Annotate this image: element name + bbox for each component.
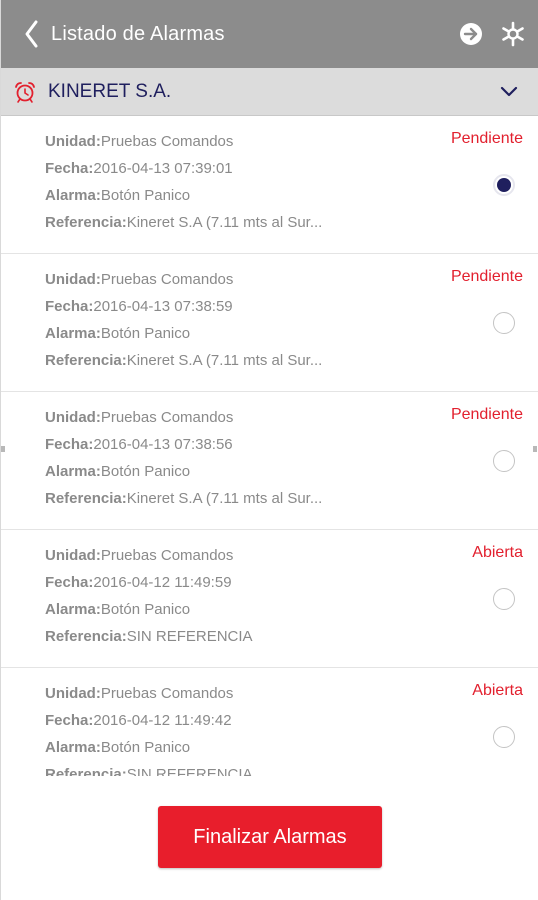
- referencia-label: Referencia:: [45, 628, 127, 645]
- unidad-value: Pruebas Comandos: [100, 547, 234, 564]
- alarma-label: Alarma:: [45, 463, 101, 480]
- app-screen: Listado de Alarmas KINERET S.A. Unidad:P…: [0, 0, 538, 900]
- footer: Finalizar Alarmas: [1, 776, 538, 900]
- referencia-value: Kineret S.A (7.11 mts al Sur...: [126, 214, 323, 231]
- unidad-value: Pruebas Comandos: [100, 133, 234, 150]
- alarma-row: Alarma:Botón Panico: [45, 738, 190, 758]
- alarma-value: Botón Panico: [100, 325, 191, 342]
- referencia-value: Kineret S.A (7.11 mts al Sur...: [126, 352, 323, 369]
- alarm-list-item[interactable]: Unidad:Pruebas Comandos Fecha:2016-04-13…: [1, 392, 538, 530]
- chevron-left-icon: [25, 20, 38, 48]
- alarma-label: Alarma:: [45, 187, 101, 204]
- fecha-label: Fecha:: [45, 436, 94, 453]
- referencia-row: Referencia:Kineret S.A (7.11 mts al Sur.…: [45, 351, 322, 371]
- fecha-label: Fecha:: [45, 298, 94, 315]
- unidad-label: Unidad:: [45, 271, 101, 288]
- unidad-label: Unidad:: [45, 133, 101, 150]
- referencia-label: Referencia:: [45, 490, 127, 507]
- alarma-row: Alarma:Botón Panico: [45, 600, 190, 620]
- company-name: KINERET S.A.: [48, 81, 172, 102]
- select-radio[interactable]: [493, 312, 515, 334]
- alarma-value: Botón Panico: [100, 739, 191, 756]
- status-badge: Pendiente: [450, 268, 523, 285]
- referencia-row: Referencia:SIN REFERENCIA: [45, 627, 253, 647]
- unidad-label: Unidad:: [45, 685, 101, 702]
- alarma-label: Alarma:: [45, 601, 101, 618]
- fecha-value: 2016-04-12 11:49:42: [93, 712, 232, 729]
- arrow-right-circle-icon: [460, 23, 482, 45]
- fecha-label: Fecha:: [45, 712, 94, 729]
- referencia-label: Referencia:: [45, 352, 127, 369]
- alarm-list[interactable]: Unidad:Pruebas Comandos Fecha:2016-04-13…: [1, 116, 538, 776]
- alarma-value: Botón Panico: [100, 187, 191, 204]
- company-group-header[interactable]: KINERET S.A.: [1, 68, 538, 116]
- referencia-label: Referencia:: [45, 766, 127, 776]
- unidad-row: Unidad:Pruebas Comandos: [45, 408, 233, 428]
- back-button[interactable]: [19, 18, 45, 50]
- referencia-row: Referencia:Kineret S.A (7.11 mts al Sur.…: [45, 213, 322, 233]
- unidad-value: Pruebas Comandos: [100, 409, 234, 426]
- alarm-list-item[interactable]: Unidad:Pruebas Comandos Fecha:2016-04-12…: [1, 668, 538, 776]
- unidad-value: Pruebas Comandos: [100, 271, 234, 288]
- unidad-value: Pruebas Comandos: [100, 685, 234, 702]
- referencia-row: Referencia:Kineret S.A (7.11 mts al Sur.…: [45, 489, 322, 509]
- select-radio[interactable]: [493, 450, 515, 472]
- alarma-row: Alarma:Botón Panico: [45, 462, 190, 482]
- alarma-label: Alarma:: [45, 325, 101, 342]
- title-bar: Listado de Alarmas: [1, 0, 538, 68]
- chevron-down-icon[interactable]: [499, 84, 519, 100]
- scroll-edge-marker: [533, 446, 537, 452]
- unidad-row: Unidad:Pruebas Comandos: [45, 132, 233, 152]
- select-radio[interactable]: [493, 174, 515, 196]
- fecha-row: Fecha:2016-04-13 07:39:01: [45, 159, 233, 179]
- unidad-label: Unidad:: [45, 547, 101, 564]
- unidad-row: Unidad:Pruebas Comandos: [45, 546, 233, 566]
- scroll-edge-marker: [1, 446, 5, 452]
- alarma-value: Botón Panico: [100, 463, 191, 480]
- unidad-row: Unidad:Pruebas Comandos: [45, 684, 233, 704]
- alarm-list-item[interactable]: Unidad:Pruebas Comandos Fecha:2016-04-13…: [1, 254, 538, 392]
- alarma-row: Alarma:Botón Panico: [45, 186, 190, 206]
- fecha-label: Fecha:: [45, 574, 94, 591]
- settings-button[interactable]: [499, 20, 527, 48]
- fecha-row: Fecha:2016-04-12 11:49:59: [45, 573, 232, 593]
- referencia-value: Kineret S.A (7.11 mts al Sur...: [126, 490, 323, 507]
- alarm-clock-icon: [13, 80, 37, 104]
- referencia-label: Referencia:: [45, 214, 127, 231]
- referencia-row: Referencia:SIN REFERENCIA: [45, 765, 253, 776]
- fecha-row: Fecha:2016-04-12 11:49:42: [45, 711, 232, 731]
- status-badge: Pendiente: [450, 406, 523, 423]
- alarma-value: Botón Panico: [100, 601, 191, 618]
- fecha-value: 2016-04-13 07:38:56: [93, 436, 233, 453]
- referencia-value: SIN REFERENCIA: [126, 766, 253, 776]
- referencia-value: SIN REFERENCIA: [126, 628, 253, 645]
- asterisk-settings-icon: [502, 21, 524, 47]
- fecha-value: 2016-04-13 07:38:59: [93, 298, 233, 315]
- status-badge: Pendiente: [450, 130, 523, 147]
- unidad-label: Unidad:: [45, 409, 101, 426]
- status-badge: Abierta: [472, 682, 523, 699]
- fecha-row: Fecha:2016-04-13 07:38:56: [45, 435, 233, 455]
- alarma-label: Alarma:: [45, 739, 101, 756]
- select-radio[interactable]: [493, 588, 515, 610]
- alarma-row: Alarma:Botón Panico: [45, 324, 190, 344]
- page-title: Listado de Alarmas: [51, 23, 225, 45]
- fecha-value: 2016-04-12 11:49:59: [93, 574, 232, 591]
- select-radio[interactable]: [493, 726, 515, 748]
- unidad-row: Unidad:Pruebas Comandos: [45, 270, 233, 290]
- alarm-list-item[interactable]: Unidad:Pruebas Comandos Fecha:2016-04-13…: [1, 116, 538, 254]
- fecha-value: 2016-04-13 07:39:01: [93, 160, 233, 177]
- next-button[interactable]: [459, 22, 483, 46]
- finalize-alarms-button[interactable]: Finalizar Alarmas: [158, 806, 382, 868]
- status-badge: Abierta: [472, 544, 523, 561]
- fecha-label: Fecha:: [45, 160, 94, 177]
- alarm-list-item[interactable]: Unidad:Pruebas Comandos Fecha:2016-04-12…: [1, 530, 538, 668]
- fecha-row: Fecha:2016-04-13 07:38:59: [45, 297, 233, 317]
